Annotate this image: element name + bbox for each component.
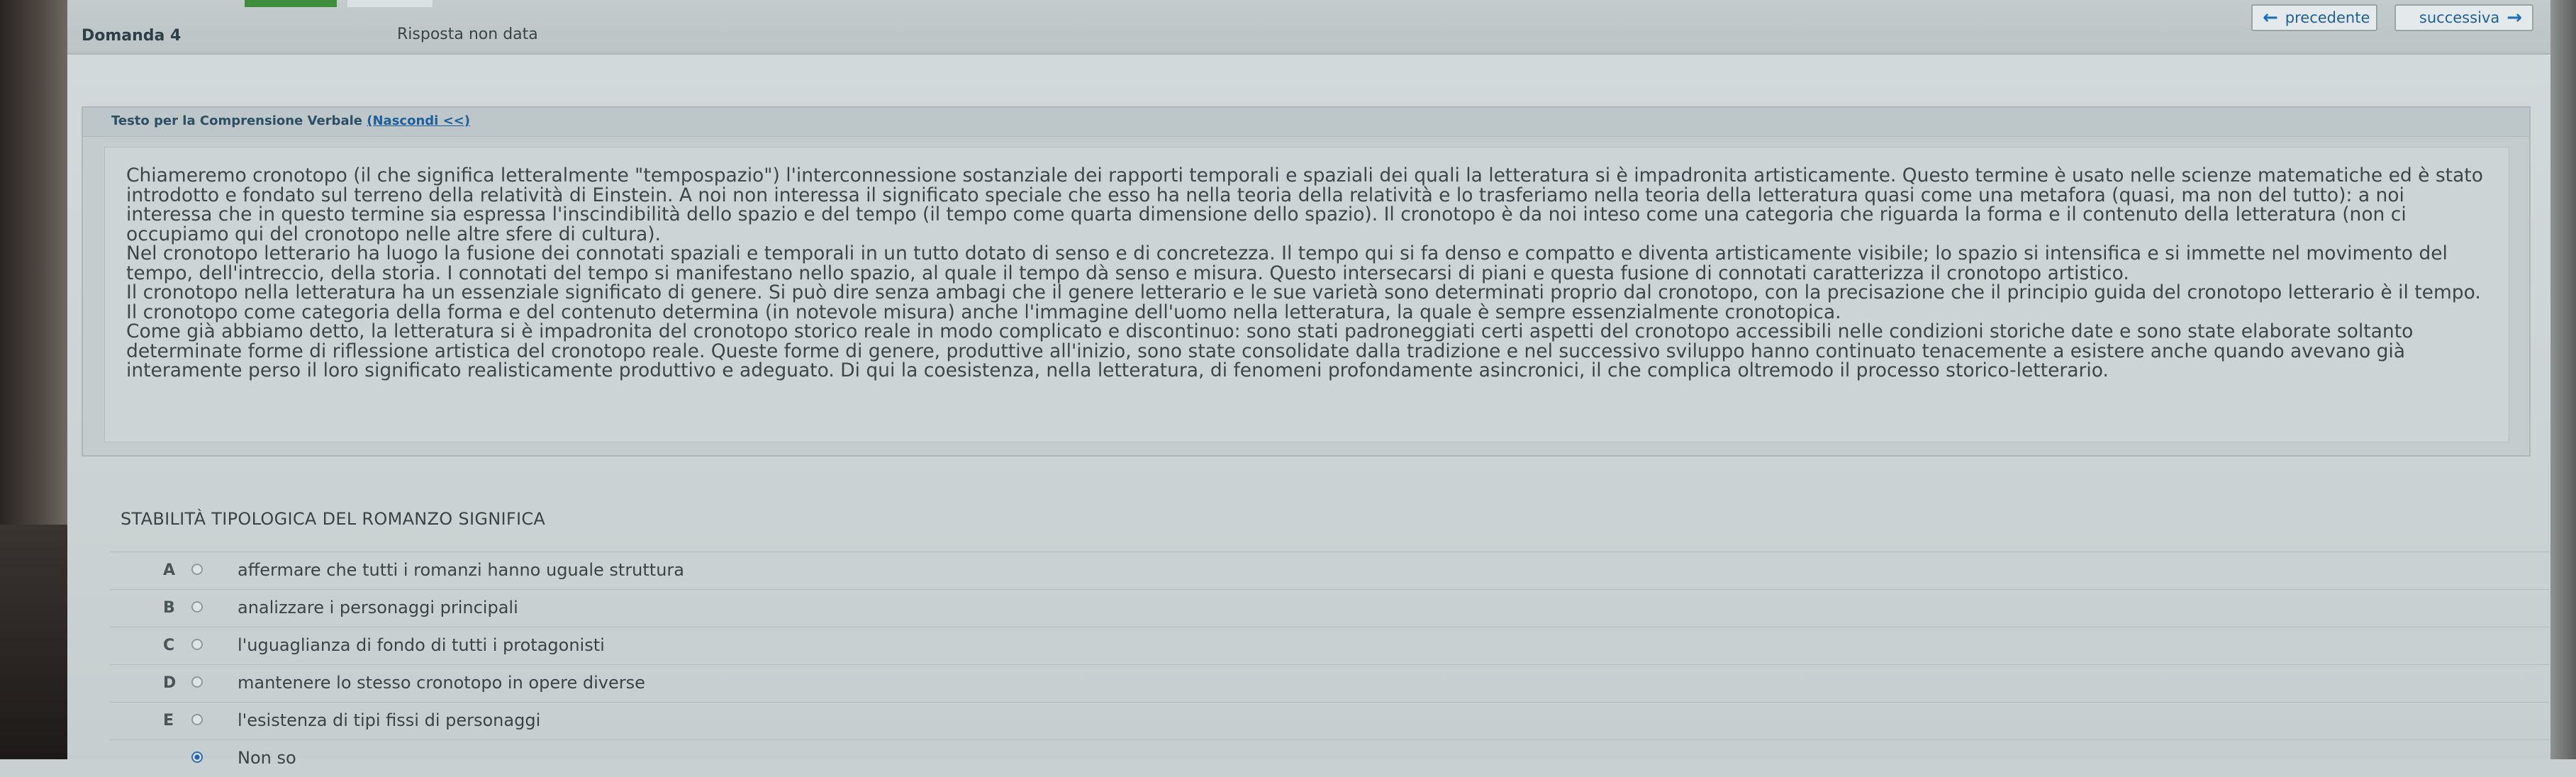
- answer-letter: A: [163, 561, 176, 579]
- radio-button[interactable]: [191, 601, 203, 613]
- progress-tab-current[interactable]: [245, 0, 337, 7]
- answer-text[interactable]: mantenere lo stesso cronotopo in opere d…: [238, 673, 645, 693]
- answer-text[interactable]: affermare che tutti i romanzi hanno ugua…: [238, 560, 684, 580]
- question-number: Domanda 4: [82, 27, 182, 45]
- answer-option-b[interactable]: B analizzare i personaggi principali: [110, 589, 2549, 627]
- quiz-screen: Domanda 4 Risposta non data ← precedente…: [67, 0, 2550, 768]
- answer-option-dont-know[interactable]: Non so: [110, 739, 2549, 777]
- radio-button[interactable]: [191, 676, 203, 688]
- answer-text[interactable]: Non so: [238, 748, 296, 768]
- passage-paragraph: Come già abbiamo detto, la letteratura s…: [126, 320, 2414, 381]
- reading-passage-panel: Testo per la Comprensione Verbale (Nasco…: [82, 106, 2531, 457]
- answer-option-e[interactable]: E l'esistenza di tipi fissi di personagg…: [110, 702, 2549, 739]
- answer-letter: C: [163, 637, 175, 654]
- arrow-left-icon: ←: [2263, 7, 2278, 28]
- passage-paragraph: Il cronotopo nella letteratura ha un ess…: [126, 281, 2481, 323]
- question-text: STABILITÀ TIPOLOGICA DEL ROMANZO SIGNIFI…: [121, 509, 546, 529]
- passage-title: Testo per la Comprensione Verbale (Nasco…: [111, 113, 470, 128]
- passage-body: Chiameremo cronotopo (il che significa l…: [104, 147, 2509, 442]
- monitor-bezel-right: [2550, 0, 2576, 759]
- answer-status: Risposta non data: [397, 26, 538, 43]
- answer-option-d[interactable]: D mantenere lo stesso cronotopo in opere…: [110, 664, 2549, 702]
- previous-button[interactable]: ← precedente: [2251, 4, 2377, 31]
- next-button-label: successiva: [2419, 9, 2500, 26]
- radio-button-selected[interactable]: [191, 751, 203, 763]
- radio-button[interactable]: [191, 564, 203, 575]
- question-header: Domanda 4 Risposta non data ← precedente…: [67, 0, 2550, 55]
- answer-option-c[interactable]: C l'uguaglianza di fondo di tutti i prot…: [110, 627, 2549, 664]
- answer-letter: B: [163, 599, 175, 617]
- monitor-bezel-left: [0, 0, 67, 759]
- answer-text[interactable]: l'esistenza di tipi fissi di personaggi: [238, 710, 540, 730]
- answer-list: A affermare che tutti i romanzi hanno ug…: [110, 552, 2549, 777]
- progress-tab[interactable]: [347, 0, 433, 7]
- passage-header: Testo per la Comprensione Verbale (Nasco…: [83, 108, 2529, 137]
- previous-button-label: precedente: [2285, 9, 2370, 26]
- hide-passage-link[interactable]: (Nascondi <<): [367, 113, 470, 128]
- next-button[interactable]: successiva →: [2394, 4, 2533, 31]
- passage-title-text: Testo per la Comprensione Verbale: [111, 113, 362, 128]
- answer-letter: D: [163, 674, 177, 692]
- passage-text: Chiameremo cronotopo (il che significa l…: [126, 166, 2494, 381]
- radio-button[interactable]: [191, 639, 203, 650]
- answer-text[interactable]: l'uguaglianza di fondo di tutti i protag…: [238, 635, 605, 655]
- answer-letter: E: [163, 712, 174, 730]
- answer-option-a[interactable]: A affermare che tutti i romanzi hanno ug…: [110, 552, 2549, 589]
- radio-button[interactable]: [191, 714, 203, 725]
- passage-paragraph: Nel cronotopo letterario ha luogo la fus…: [126, 242, 2448, 284]
- answer-text[interactable]: analizzare i personaggi principali: [238, 598, 518, 617]
- passage-paragraph: Chiameremo cronotopo (il che significa l…: [126, 164, 2483, 245]
- arrow-right-icon: →: [2507, 7, 2522, 28]
